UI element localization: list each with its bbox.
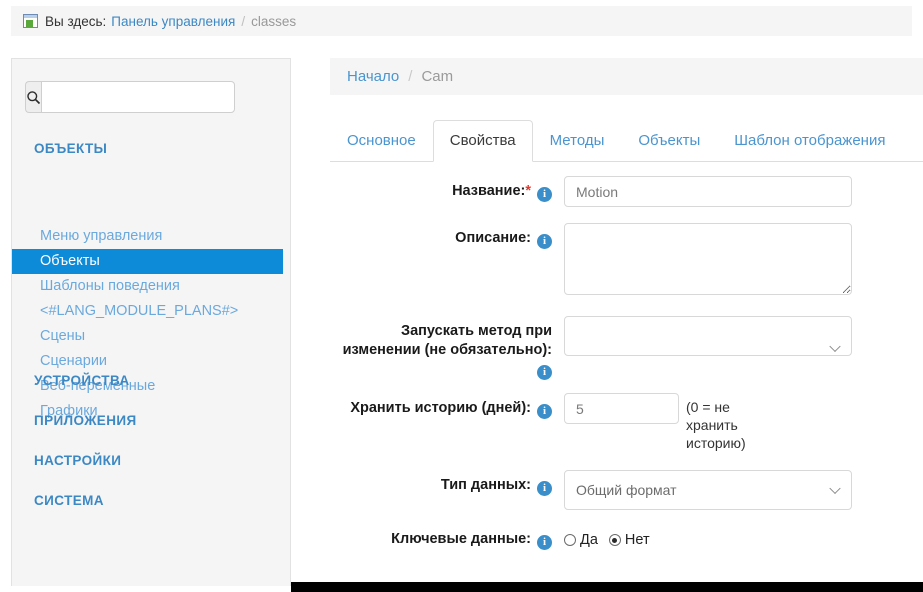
radio-key-data-no[interactable] bbox=[609, 534, 621, 546]
tab-display-template[interactable]: Шаблон отображения bbox=[717, 120, 902, 162]
label-history: Хранить историю (дней): bbox=[350, 400, 531, 416]
tab-properties[interactable]: Свойства bbox=[433, 120, 533, 162]
info-icon-key-data[interactable]: i bbox=[537, 535, 552, 550]
sidebar-group-objects[interactable]: ОБЪЕКТЫ bbox=[34, 141, 107, 156]
sidebar-item-scenarios[interactable]: Сценарии bbox=[12, 349, 292, 374]
field-row-description: Описание: i bbox=[330, 223, 923, 300]
tab-methods[interactable]: Методы bbox=[533, 120, 622, 162]
control-description bbox=[564, 223, 852, 300]
you-are-here-label: Вы здесь: bbox=[45, 14, 106, 29]
search-icon[interactable] bbox=[25, 81, 41, 113]
history-days-input[interactable] bbox=[564, 393, 679, 424]
tab-objects[interactable]: Объекты bbox=[621, 120, 717, 162]
sidebar-group-settings[interactable]: НАСТРОЙКИ bbox=[34, 453, 121, 468]
window-app-icon bbox=[23, 14, 38, 28]
label-data-type-wrap: Тип данных: i bbox=[330, 470, 552, 510]
field-row-name: Название:* i bbox=[330, 176, 923, 207]
label-description: Описание: bbox=[455, 230, 531, 246]
radio-label-no[interactable]: Нет bbox=[625, 532, 650, 548]
breadcrumb-sep: / bbox=[408, 68, 412, 85]
info-icon-name[interactable]: i bbox=[537, 187, 552, 202]
control-key-data: Да Нет bbox=[564, 524, 661, 550]
history-hint: (0 = не хранить историю) bbox=[686, 393, 748, 452]
info-icon-data-type[interactable]: i bbox=[537, 481, 552, 496]
label-description-wrap: Описание: i bbox=[330, 223, 552, 300]
sidebar: ОБЪЕКТЫ Меню управления Объекты Шаблоны … bbox=[11, 58, 291, 586]
field-row-key-data: Ключевые данные: i Да Нет bbox=[330, 524, 923, 550]
breadcrumb-separator: / bbox=[241, 14, 245, 29]
breadcrumb: Начало / Cam bbox=[330, 58, 923, 95]
tab-bar: Основное Свойства Методы Объекты Шаблон … bbox=[330, 116, 923, 162]
radio-label-yes[interactable]: Да bbox=[580, 532, 598, 548]
search-input[interactable] bbox=[41, 81, 235, 113]
sidebar-group-applications[interactable]: ПРИЛОЖЕНИЯ bbox=[34, 413, 137, 428]
description-textarea[interactable] bbox=[564, 223, 852, 295]
field-row-history: Хранить историю (дней): i (0 = не хранить… bbox=[330, 393, 923, 452]
sidebar-group-devices[interactable]: УСТРОЙСТВА bbox=[34, 373, 130, 388]
field-row-data-type: Тип данных: i Общий формат bbox=[330, 470, 923, 510]
sidebar-item-objects[interactable]: Объекты bbox=[12, 249, 283, 274]
sidebar-group-system[interactable]: СИСТЕМА bbox=[34, 493, 104, 508]
tab-general[interactable]: Основное bbox=[330, 120, 433, 162]
info-icon-history[interactable]: i bbox=[537, 404, 552, 419]
label-on-change-method: Запускать метод при изменении (не обязат… bbox=[343, 323, 552, 358]
control-name bbox=[564, 176, 852, 207]
sidebar-search bbox=[25, 81, 202, 113]
label-data-type: Тип данных: bbox=[441, 477, 531, 493]
bottom-black-bar bbox=[291, 582, 923, 592]
field-row-on-change-method: Запускать метод при изменении (не обязат… bbox=[330, 316, 923, 380]
breadcrumb-link-dashboard[interactable]: Панель управления bbox=[111, 14, 235, 29]
name-input[interactable] bbox=[564, 176, 852, 207]
info-icon-on-change-method[interactable]: i bbox=[537, 365, 552, 380]
required-asterisk: * bbox=[525, 183, 531, 199]
search-glyph bbox=[26, 90, 41, 105]
sidebar-links: Меню управления Объекты Шаблоны поведени… bbox=[12, 224, 292, 424]
breadcrumb-home[interactable]: Начало bbox=[347, 68, 399, 85]
label-key-data: Ключевые данные: bbox=[391, 531, 531, 547]
breadcrumb-current-cam: Cam bbox=[421, 68, 453, 85]
info-icon-description[interactable]: i bbox=[537, 234, 552, 249]
you-are-here-bar: Вы здесь: Панель управления / classes bbox=[11, 6, 912, 36]
data-type-select[interactable]: Общий формат bbox=[564, 470, 852, 510]
radio-key-data-yes[interactable] bbox=[564, 534, 576, 546]
sidebar-item-behavior-templates[interactable]: Шаблоны поведения bbox=[12, 274, 292, 299]
app-window: Вы здесь: Панель управления / classes ОБ… bbox=[0, 0, 923, 592]
on-change-method-select[interactable] bbox=[564, 316, 852, 356]
control-data-type: Общий формат bbox=[564, 470, 852, 510]
breadcrumb-current-classes: classes bbox=[251, 14, 296, 29]
sidebar-item-plans[interactable]: <#LANG_MODULE_PLANS#> bbox=[12, 299, 292, 324]
label-name-wrap: Название:* i bbox=[330, 176, 552, 207]
sidebar-item-control-menu[interactable]: Меню управления bbox=[12, 224, 292, 249]
label-on-change-method-wrap: Запускать метод при изменении (не обязат… bbox=[330, 316, 552, 380]
control-on-change-method bbox=[564, 316, 852, 380]
label-history-wrap: Хранить историю (дней): i bbox=[330, 393, 552, 452]
label-key-data-wrap: Ключевые данные: i bbox=[330, 524, 552, 550]
control-history: (0 = не хранить историю) bbox=[564, 393, 748, 452]
sidebar-item-scenes[interactable]: Сцены bbox=[12, 324, 292, 349]
label-name: Название: bbox=[452, 183, 525, 199]
